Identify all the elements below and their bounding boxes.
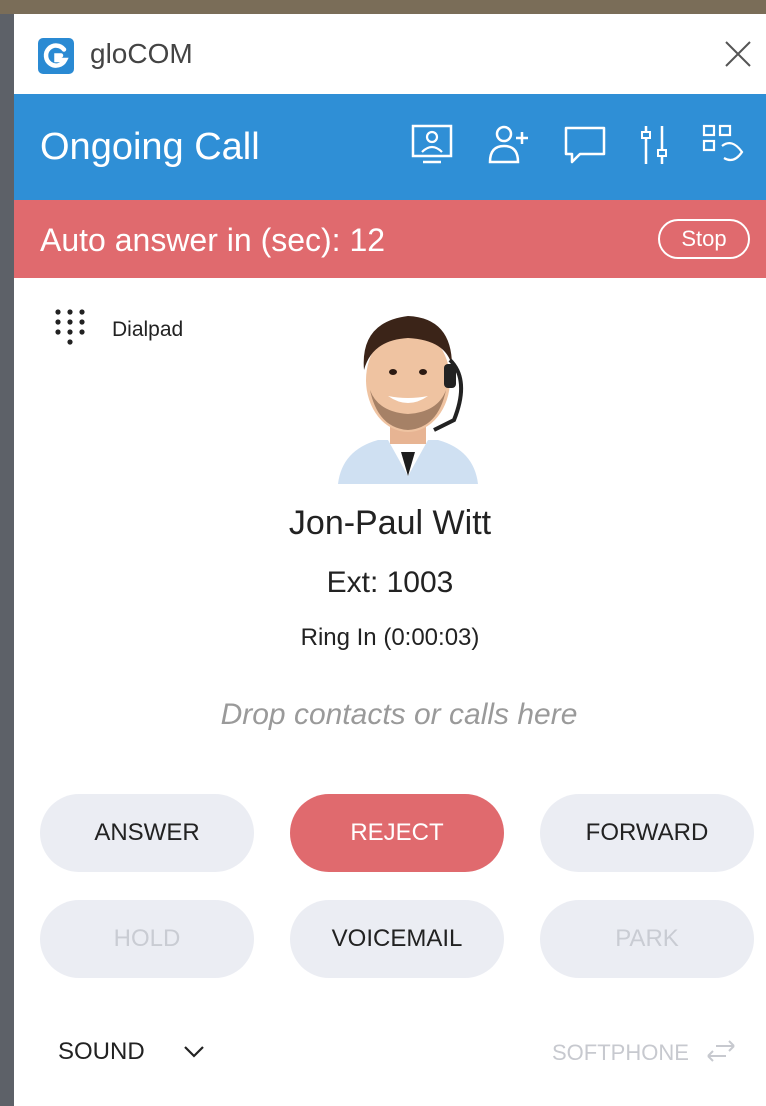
park-button[interactable]: PARK [540,900,754,978]
caller-name: Jon-Paul Witt [288,504,492,542]
close-icon [725,41,751,67]
answer-button[interactable]: ANSWER [40,794,254,872]
layout-grid-icon[interactable] [700,122,746,168]
swap-arrows-icon[interactable] [704,1038,738,1064]
caller-extension: Ext: 1003 [326,566,454,599]
call-status: Ring In (0:00:03) [300,624,480,651]
background-strip [0,0,14,1106]
add-contact-icon[interactable] [486,122,532,168]
background-strip-top [0,0,766,14]
auto-answer-countdown: Auto answer in (sec): 12 [40,222,386,258]
drop-zone-hint: Drop contacts or calls here [220,698,578,731]
stop-button[interactable]: Stop [658,219,750,259]
title-bar: gloCOM [14,14,766,94]
app-logo-icon [38,38,74,74]
auto-answer-banner: Auto answer in (sec): 12 Stop [14,200,766,278]
hold-button[interactable]: HOLD [40,900,254,978]
forward-button[interactable]: FORWARD [540,794,754,872]
sound-dropdown[interactable]: SOUND [58,1038,204,1070]
chevron-down-icon [184,1046,204,1058]
dialpad-icon [55,309,85,345]
dialpad-button[interactable]: Dialpad [52,306,212,366]
app-title: gloCOM [90,38,193,69]
reject-button[interactable]: REJECT [290,794,504,872]
close-button[interactable] [720,36,756,72]
header-title: Ongoing Call [40,126,260,168]
settings-sliders-icon[interactable] [634,122,680,168]
screen-share-icon[interactable] [410,122,456,168]
chat-icon[interactable] [562,122,608,168]
sound-label: SOUND [58,1038,145,1065]
softphone-switch[interactable]: SOFTPHONE [552,1040,689,1066]
voicemail-button[interactable]: VOICEMAIL [290,900,504,978]
caller-avatar [338,300,478,484]
call-header: Ongoing Call [14,94,766,200]
dialpad-label: Dialpad [112,318,184,341]
call-window: gloCOM Ongoing Call Auto answer in (sec)… [14,14,766,1106]
